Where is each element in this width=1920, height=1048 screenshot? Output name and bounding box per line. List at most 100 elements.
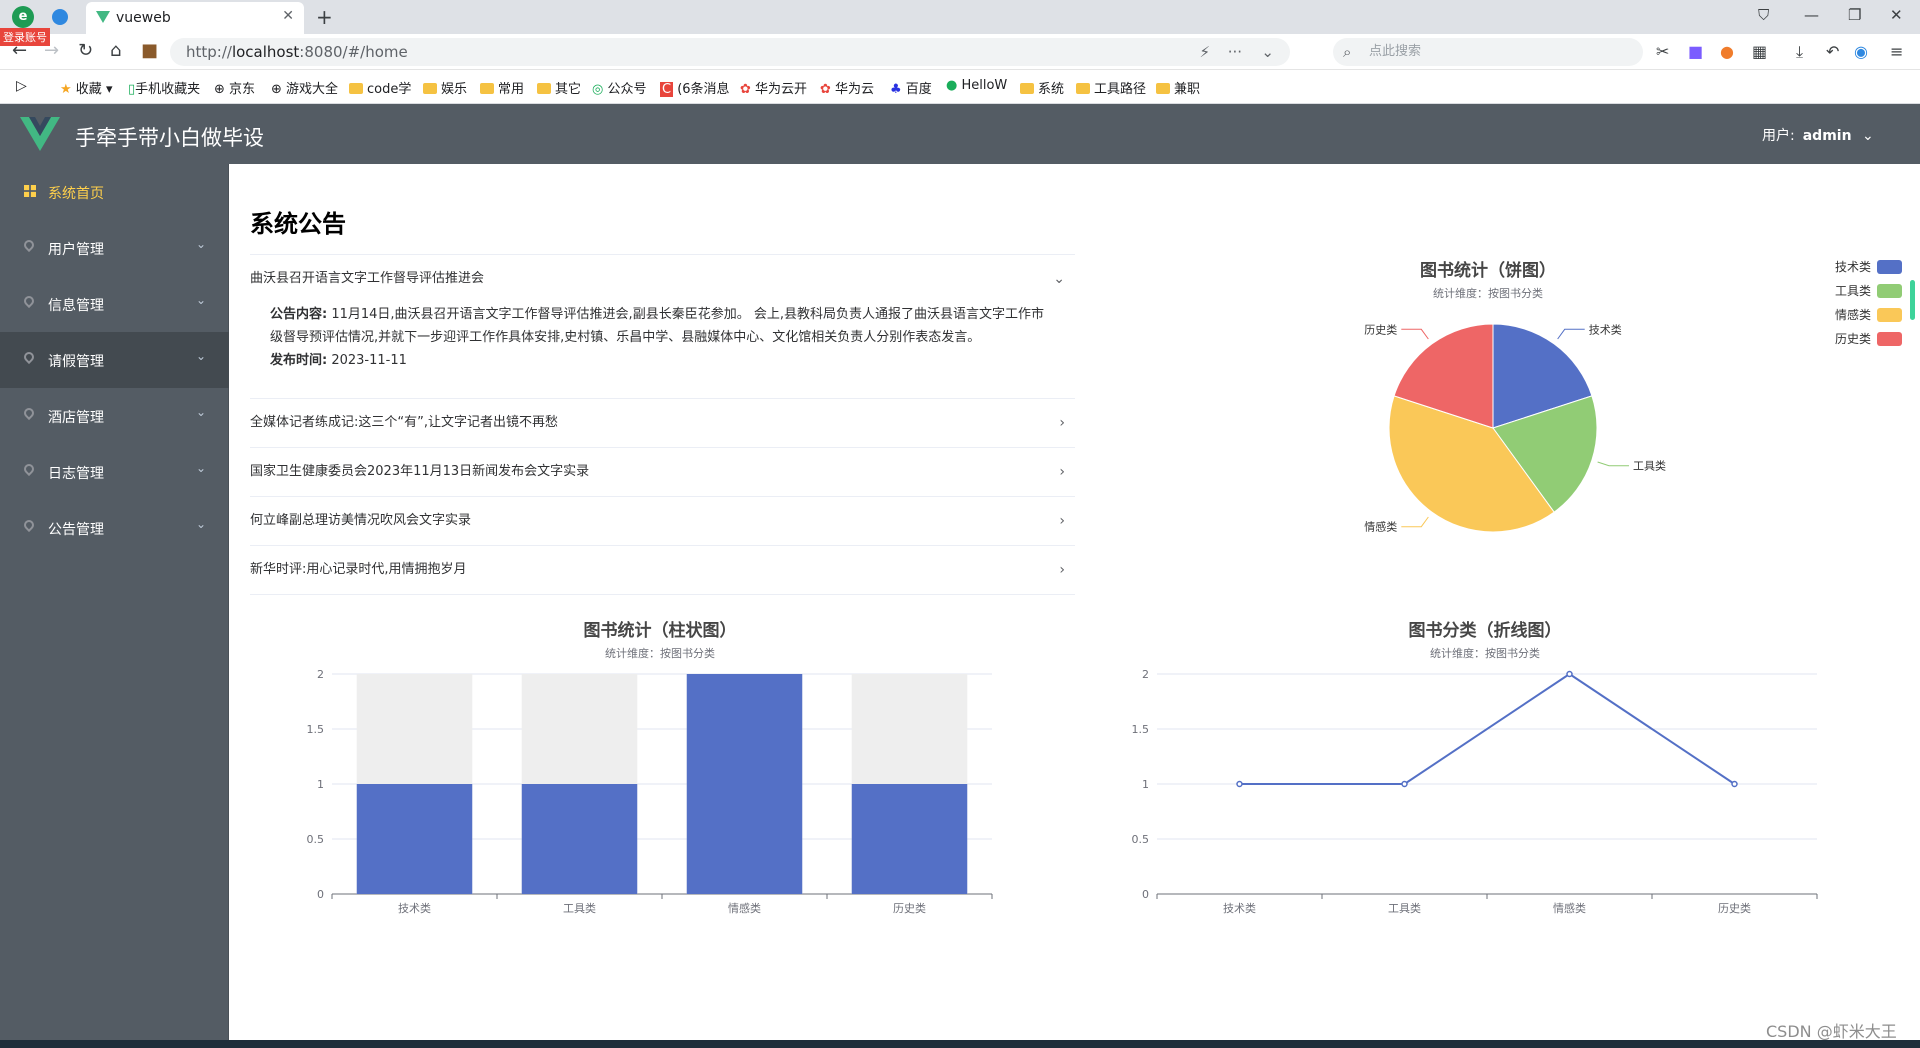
- bookmark-label: 常用: [498, 82, 525, 97]
- line-point[interactable]: [1236, 780, 1243, 788]
- search-input[interactable]: ⌕ 点此搜索: [1333, 38, 1643, 66]
- y-tick-label: 2: [317, 668, 324, 681]
- bookmark-baidu[interactable]: ♣ 百度: [890, 78, 932, 97]
- sidebar-item-users[interactable]: 用户管理 ⌄: [0, 220, 229, 276]
- url-field[interactable]: http://localhost:8080/#/home ⚡ ··· ⌄: [170, 38, 1290, 66]
- date-label: 发布时间:: [270, 353, 328, 368]
- folder-icon: [1156, 83, 1170, 94]
- legend-swatch: [1877, 332, 1902, 346]
- lightning-icon[interactable]: ⚡: [1199, 38, 1210, 66]
- menu-icon[interactable]: ≡: [1890, 42, 1903, 61]
- sidebar-item-home[interactable]: 系统首页: [0, 164, 229, 220]
- bookmark-parttime[interactable]: 兼职: [1156, 78, 1200, 97]
- undo-icon[interactable]: ↶: [1826, 42, 1839, 61]
- bookmark-label: 游戏大全: [286, 82, 339, 97]
- sidebar-item-log[interactable]: 日志管理 ⌄: [0, 444, 229, 500]
- legend-scrollbar[interactable]: [1910, 280, 1915, 320]
- taskbar: [0, 1040, 1920, 1048]
- bookmark-code[interactable]: code学: [349, 78, 411, 97]
- y-tick-label: 0: [1142, 888, 1149, 901]
- apps-grid-icon[interactable]: ▦: [1752, 42, 1767, 61]
- shirt-icon[interactable]: ⛉: [1758, 6, 1769, 24]
- browser-app-icon[interactable]: e: [12, 6, 34, 28]
- bookmark-huawei-cloud[interactable]: ✿ 华为云: [820, 78, 874, 97]
- translate-icon[interactable]: ■: [1688, 42, 1703, 61]
- legend-item[interactable]: 技术类: [1835, 258, 1905, 282]
- bookmark-official[interactable]: ◎ 公众号: [592, 78, 647, 97]
- bookmark-system[interactable]: 系统: [1020, 78, 1064, 97]
- line-point[interactable]: [1401, 780, 1408, 788]
- telegram-icon[interactable]: [52, 9, 68, 25]
- download-icon[interactable]: ⤓: [1796, 42, 1803, 62]
- bookmark-csdn[interactable]: C (6条消息: [660, 78, 730, 97]
- tab-close-icon[interactable]: ✕: [282, 8, 294, 24]
- bookmark-favorites[interactable]: ★ 收藏 ▾: [60, 78, 112, 97]
- sidebar-toggle-icon[interactable]: ▷: [16, 78, 27, 94]
- new-tab-icon[interactable]: +: [316, 5, 333, 29]
- y-tick-label: 0: [317, 888, 324, 901]
- app-title: 手牵手带小白做毕设: [75, 126, 264, 150]
- sidebar-item-notice[interactable]: 公告管理 ⌄: [0, 500, 229, 556]
- notice-item-header[interactable]: 曲沃县召开语言文字工作督导评估推进会 ⌄: [250, 255, 1075, 303]
- notice-item[interactable]: 何立峰副总理访美情况吹风会文字实录 ›: [250, 497, 1075, 546]
- legend-swatch: [1877, 284, 1902, 298]
- pie-label-line: [1401, 516, 1429, 528]
- bar[interactable]: [356, 784, 473, 894]
- url-prefix: http://: [186, 43, 232, 61]
- notice-item[interactable]: 全媒体记者练成记:这三个“有”,让文字记者出镜不再愁 ›: [250, 399, 1075, 448]
- huawei-icon: ✿: [820, 82, 831, 97]
- folder-icon: [1020, 83, 1034, 94]
- restore-icon[interactable]: ❐: [1848, 6, 1861, 24]
- location-icon: [21, 237, 37, 254]
- legend-label: 情感类: [1835, 308, 1872, 322]
- bar[interactable]: [521, 784, 638, 894]
- pie-label-line: [1597, 461, 1630, 467]
- legend-item[interactable]: 情感类: [1835, 306, 1905, 330]
- login-badge[interactable]: 登录账号: [0, 28, 50, 46]
- scissors-icon[interactable]: ✂: [1656, 42, 1669, 61]
- game-icon[interactable]: ●: [1720, 42, 1734, 61]
- sidebar-item-leave[interactable]: 请假管理 ⌄: [0, 332, 229, 388]
- sidebar-item-label: 请假管理: [48, 354, 104, 370]
- bookmark-tools[interactable]: 工具路径: [1076, 78, 1146, 97]
- bookmark-other[interactable]: 其它: [537, 78, 581, 97]
- reload-icon[interactable]: ↻: [78, 40, 93, 61]
- user-dropdown[interactable]: 用户: admin ⌄: [1762, 125, 1874, 145]
- briefcase-icon[interactable]: ■: [141, 40, 158, 61]
- chevron-right-icon: ›: [1059, 513, 1065, 529]
- url-rest: :8080/#/home: [299, 43, 408, 61]
- sidebar-item-info[interactable]: 信息管理 ⌄: [0, 276, 229, 332]
- edge-icon[interactable]: ◉: [1854, 42, 1868, 61]
- bookmark-games[interactable]: ⊕ 游戏大全: [271, 78, 338, 97]
- search-icon: ⌕: [1343, 43, 1352, 61]
- chevron-right-icon: ›: [1059, 464, 1065, 480]
- bookmark-entertainment[interactable]: 娱乐: [423, 78, 467, 97]
- home-icon[interactable]: ⌂: [110, 40, 121, 61]
- notice-item[interactable]: 国家卫生健康委员会2023年11月13日新闻发布会文字实录 ›: [250, 448, 1075, 497]
- user-name: admin: [1802, 128, 1852, 144]
- line-point[interactable]: [1731, 780, 1738, 788]
- sidebar-item-hotel[interactable]: 酒店管理 ⌄: [0, 388, 229, 444]
- location-icon: [21, 349, 37, 366]
- bar[interactable]: [851, 784, 968, 894]
- line-point[interactable]: [1566, 670, 1573, 678]
- legend-swatch: [1877, 308, 1902, 322]
- bar[interactable]: [686, 674, 803, 894]
- close-window-icon[interactable]: ✕: [1890, 6, 1903, 24]
- bookmark-huawei-dev[interactable]: ✿ 华为云开: [740, 78, 807, 97]
- minimize-icon[interactable]: —: [1804, 6, 1819, 24]
- chevron-down-icon[interactable]: ⌄: [1261, 38, 1274, 66]
- legend-item[interactable]: 工具类: [1835, 282, 1905, 306]
- legend-item[interactable]: 历史类: [1835, 330, 1905, 354]
- bookmark-hello[interactable]: ● HelloW: [946, 78, 1007, 93]
- bookmark-mobile[interactable]: ▯手机收藏夹: [128, 78, 200, 97]
- tab-vueweb[interactable]: vueweb ✕: [86, 2, 304, 34]
- pie-chart: 技术类工具类情感类 历史类: [1364, 322, 1666, 533]
- bookmark-label: 系统: [1038, 82, 1065, 97]
- bookmark-jd[interactable]: ⊕ 京东: [214, 78, 255, 97]
- sidebar-item-label: 系统首页: [48, 186, 104, 202]
- more-icon[interactable]: ···: [1228, 38, 1242, 66]
- globe-icon: ⊕: [214, 82, 225, 97]
- notice-item[interactable]: 新华时评:用心记录时代,用情拥抱岁月 ›: [250, 546, 1075, 595]
- bookmark-common[interactable]: 常用: [480, 78, 524, 97]
